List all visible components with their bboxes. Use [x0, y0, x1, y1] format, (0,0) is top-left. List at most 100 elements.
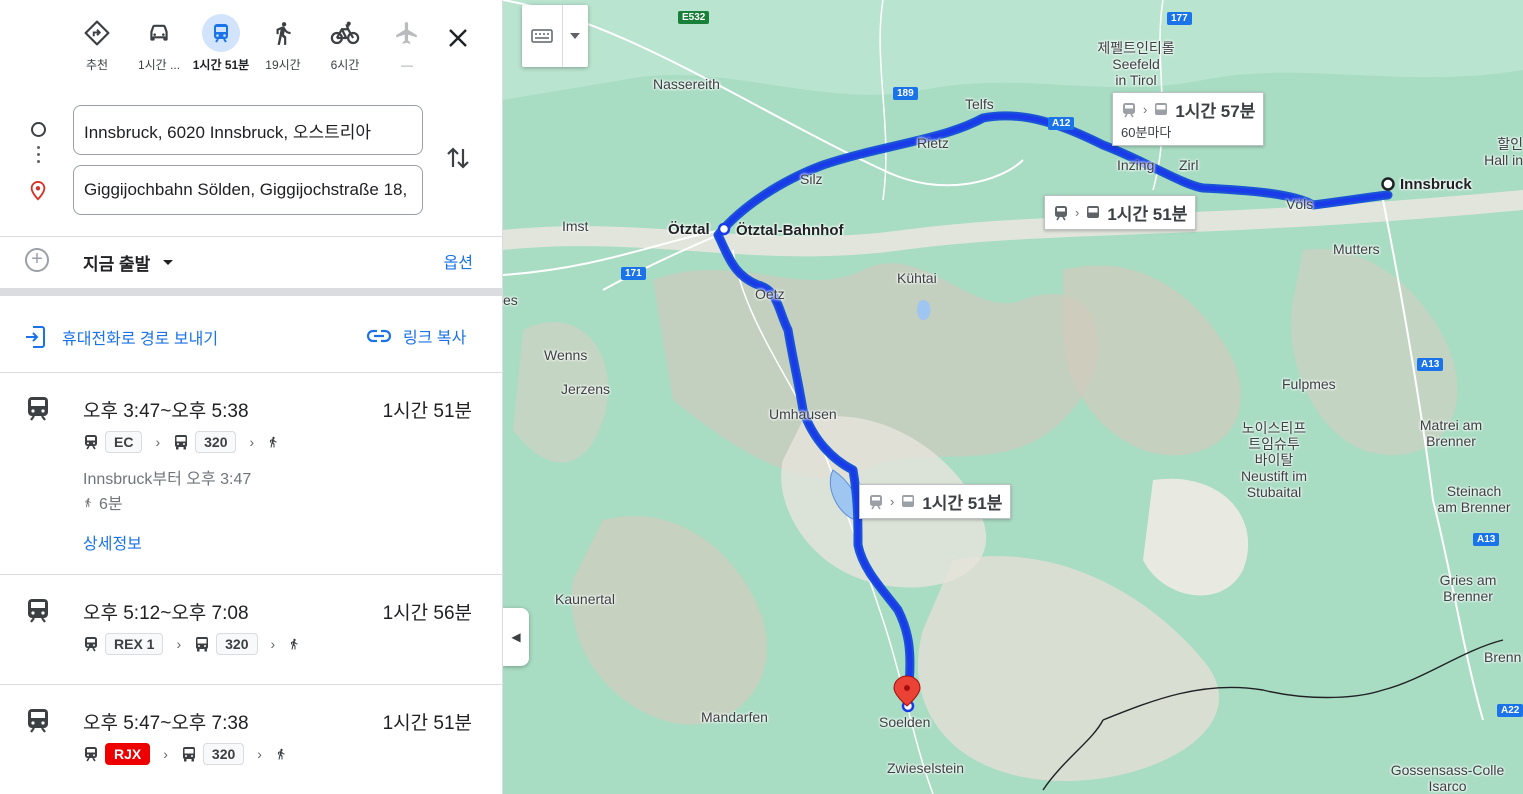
depart-options-row: + 지금 출발 옵션: [0, 236, 502, 296]
place-label[interactable]: Innsbruck: [1400, 177, 1472, 193]
route-option[interactable]: 오후 5:12~오후 7:08 1시간 56분 REX 1 › 320 ›: [0, 575, 502, 685]
chevron-right-icon: ›: [176, 636, 182, 652]
place-label[interactable]: 노이스티프 트임슈투 바이탈 Neustift im Stubaital: [1224, 420, 1324, 500]
place-label[interactable]: Oetz: [755, 286, 785, 302]
place-label[interactable]: Inzing: [1117, 157, 1154, 173]
chevron-right-icon: ›: [270, 636, 276, 652]
options-button[interactable]: 옵션: [444, 249, 473, 273]
swap-locations-button[interactable]: [442, 142, 474, 174]
bus-icon: [902, 494, 915, 507]
chevron-right-icon: ›: [163, 746, 168, 762]
chevron-right-icon: ›: [155, 434, 161, 450]
mode-drive[interactable]: 1시간 ...: [128, 14, 190, 73]
callout-duration: 1시간 57분: [1175, 102, 1256, 121]
place-label[interactable]: Gries am Brenner: [1423, 572, 1513, 604]
place-label[interactable]: es: [503, 292, 518, 308]
route-dots-icon: [37, 146, 40, 167]
place-label[interactable]: Ötztal-Bahnhof: [736, 223, 843, 239]
copy-link-label: 링크 복사: [403, 330, 467, 347]
divider: [562, 5, 563, 67]
mode-walk[interactable]: 19시간: [252, 14, 314, 73]
place-label[interactable]: 할인 Hall in: [1480, 136, 1523, 168]
road-shield: A12: [1048, 117, 1075, 130]
road-shield: 177: [1167, 12, 1192, 25]
place-label[interactable]: Matrei am Brenner: [1406, 417, 1496, 449]
train-icon: [26, 707, 50, 738]
place-label[interactable]: Jerzens: [561, 381, 610, 397]
map-canvas[interactable]: ◀ Innsbruck Ötztal Ötztal-Bahnhof Soelde…: [503, 0, 1523, 794]
route-time: 오후 3:47~오후 5:38: [83, 401, 249, 422]
place-label[interactable]: Wenns: [544, 347, 587, 363]
place-label[interactable]: Brenn: [1484, 649, 1521, 665]
send-to-phone-icon: [26, 326, 45, 348]
origin-input[interactable]: Innsbruck, 6020 Innsbruck, 오스트리아: [73, 105, 423, 155]
collapse-panel-button[interactable]: ◀: [503, 608, 529, 666]
chevron-right-icon: ›: [1075, 205, 1080, 220]
mode-best[interactable]: 추천: [66, 14, 128, 73]
place-label[interactable]: Zirl: [1179, 157, 1198, 173]
place-label[interactable]: Soelden: [879, 714, 930, 730]
route-departure-info: Innsbruck부터 오후 3:47: [83, 471, 252, 488]
road-shield: A13: [1417, 358, 1444, 371]
place-label[interactable]: Mutters: [1333, 241, 1380, 257]
route-duration-callout[interactable]: › 1시간 57분 60분마다: [1112, 92, 1265, 146]
route-duration-callout[interactable]: › 1시간 51분: [859, 484, 1012, 519]
add-stop-button[interactable]: +: [25, 248, 49, 272]
google-maps-directions: 추천 1시간 ... 1시간 51분 19시간 6시간 — Innsbruck,…: [0, 0, 1523, 794]
bus-line-chip: 320: [216, 633, 258, 655]
route-duration-callout[interactable]: › 1시간 51분: [1044, 195, 1197, 230]
send-to-phone-button[interactable]: 휴대전화로 경로 보내기: [24, 324, 218, 350]
close-directions-button[interactable]: [440, 20, 476, 56]
place-label[interactable]: Telfs: [965, 96, 994, 112]
bus-icon: [1087, 205, 1100, 218]
airplane-icon: [388, 14, 426, 52]
place-label[interactable]: Steinach am Brenner: [1429, 483, 1519, 515]
route-option[interactable]: 오후 3:47~오후 5:38 1시간 51분 EC › 320 › Innsb…: [0, 373, 502, 575]
input-tools-button[interactable]: [522, 5, 588, 67]
road-shield: 171: [621, 267, 646, 280]
place-label[interactable]: Silz: [800, 171, 823, 187]
destination-input[interactable]: Giggijochbahn Sölden, Giggijochstraße 18…: [73, 165, 423, 215]
train-icon: [1055, 205, 1067, 220]
train-icon: [870, 494, 882, 509]
route-duration: 1시간 51분: [382, 713, 472, 734]
train-line-chip: RJX: [105, 743, 151, 765]
place-label[interactable]: Imst: [562, 218, 588, 234]
place-label[interactable]: Nassereith: [653, 76, 720, 92]
walk-icon: [291, 638, 298, 650]
mode-transit[interactable]: 1시간 51분: [190, 14, 252, 73]
place-label[interactable]: Ötztal: [668, 222, 710, 238]
place-label[interactable]: Zwieselstein: [887, 760, 964, 776]
train-icon: [26, 597, 50, 628]
copy-link-button[interactable]: 링크 복사: [367, 324, 466, 348]
mode-label: 19시간: [265, 58, 301, 72]
train-icon: [202, 14, 240, 52]
close-icon: [449, 29, 467, 47]
place-label[interactable]: Völs: [1286, 196, 1313, 212]
place-label[interactable]: Kaunertal: [555, 591, 615, 607]
swap-icon: [447, 147, 469, 169]
place-label[interactable]: Gossensass-Colle Isarco: [1380, 762, 1515, 794]
train-icon: [1123, 102, 1135, 117]
train-line-chip: EC: [105, 431, 143, 453]
bus-line-chip: 320: [195, 431, 237, 453]
mode-flight[interactable]: —: [376, 14, 438, 73]
train-icon: [85, 435, 97, 450]
callout-duration: 1시간 51분: [922, 494, 1003, 513]
walk-icon: [264, 14, 302, 52]
place-label[interactable]: Umhausen: [769, 406, 837, 422]
place-label[interactable]: Kühtai: [897, 270, 937, 286]
mode-bike[interactable]: 6시간: [314, 14, 376, 73]
depart-time-dropdown[interactable]: 지금 출발: [83, 250, 174, 275]
origin-dot-icon: [31, 122, 46, 137]
callout-frequency: 60분마다: [1121, 125, 1172, 140]
walk-icon: [270, 436, 277, 448]
chevron-right-icon: ›: [257, 746, 262, 762]
train-icon: [85, 747, 97, 762]
place-label[interactable]: Fulpmes: [1282, 376, 1336, 392]
route-option[interactable]: 오후 5:47~오후 7:38 1시간 51분 RJX › 320 ›: [0, 685, 502, 794]
place-label[interactable]: Mandarfen: [701, 709, 768, 725]
place-label[interactable]: Rietz: [917, 135, 949, 151]
details-link[interactable]: 상세정보: [83, 530, 142, 554]
place-label[interactable]: 제펠트인티롤 Seefeld in Tirol: [1086, 40, 1186, 88]
